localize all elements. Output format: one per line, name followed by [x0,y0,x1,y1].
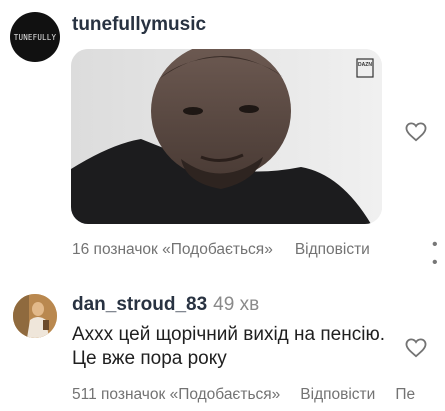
more-options-icon[interactable]: • • [432,236,445,272]
media-watermark: DAZN [358,62,372,68]
comment-username-row: dan_stroud_83 49 хв [72,294,259,316]
comment-media-image[interactable]: DAZN [71,49,382,224]
likes-count[interactable]: 16 позначок «Подобається» [72,241,273,259]
comment-username[interactable]: dan_stroud_83 [72,294,207,315]
comment-timestamp: 49 хв [213,294,260,315]
likes-count[interactable]: 511 позначок «Подобається» [72,386,280,404]
reply-button[interactable]: Відповісти [300,386,375,404]
reply-button[interactable]: Відповісти [295,241,370,259]
avatar-logo-text: TUNEFULLY [13,32,57,42]
heart-outline-icon[interactable] [405,122,427,142]
truncated-action[interactable]: Пе [395,386,415,404]
comment-actions: 16 позначок «Подобається» Відповісти [72,241,370,259]
avatar[interactable] [13,294,57,338]
comment-actions: 511 позначок «Подобається» Відповісти Пе [72,386,415,404]
comment-username[interactable]: tunefullymusic [72,14,206,36]
comment-text: Аххх цей щорічний вихід на пенсію. Це вж… [72,324,385,369]
heart-outline-icon[interactable] [405,338,427,358]
avatar[interactable]: TUNEFULLY [10,12,60,62]
